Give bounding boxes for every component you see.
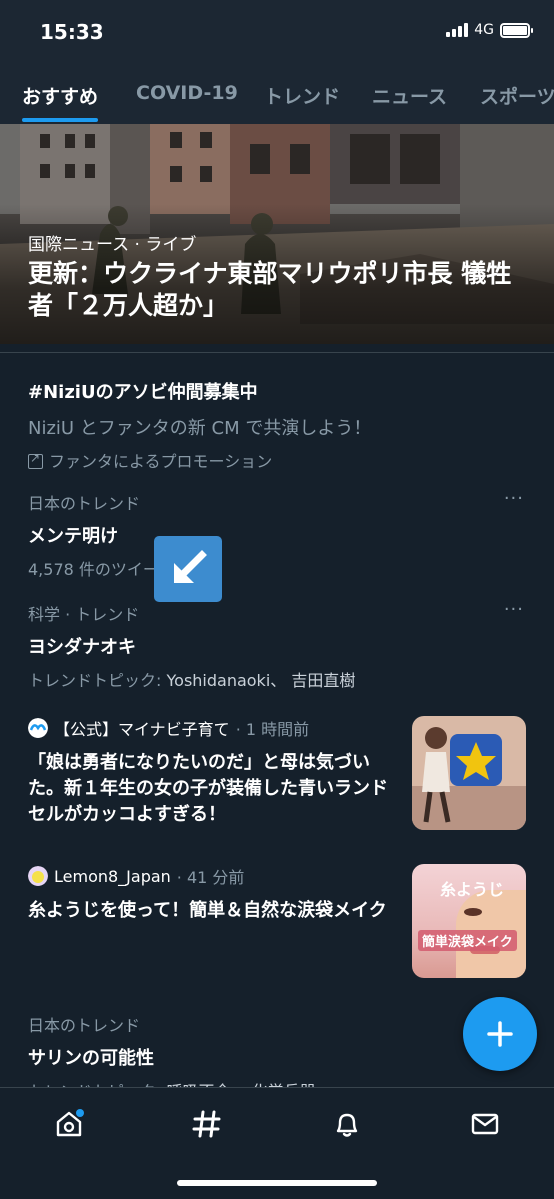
- trend-context: 科学 · トレンド: [28, 605, 140, 624]
- trend-context: 日本のトレンド: [28, 494, 141, 513]
- compose-button[interactable]: [463, 997, 537, 1071]
- notifications-bell-icon: [336, 1113, 358, 1137]
- status-indicators: 4G: [446, 22, 533, 38]
- battery-icon: [500, 22, 533, 38]
- trend-meta-value: Yoshidanaoki、 吉田直樹: [166, 671, 356, 690]
- tab-news[interactable]: ニュース: [372, 82, 447, 109]
- home-icon: [56, 1109, 84, 1137]
- lemon8-logo-icon: [28, 866, 48, 886]
- tab-covid19[interactable]: COVID-19: [136, 82, 238, 104]
- trend-item[interactable]: 日本のトレンド メンテ明け 4,578 件のツイート: [28, 490, 528, 580]
- home-indicator[interactable]: [177, 1180, 377, 1186]
- messages-envelope-icon: [471, 1113, 499, 1135]
- trend-title: ヨシダナオキ: [28, 637, 136, 658]
- news-time: · 1 時間前: [235, 720, 310, 739]
- more-options-icon[interactable]: ···: [504, 599, 524, 620]
- news-source-name: 【公式】マイナビ子育て: [54, 720, 230, 739]
- compose-plus-icon: [487, 1021, 513, 1047]
- status-bar: 15:33 4G: [0, 0, 554, 66]
- more-options-icon[interactable]: ···: [504, 488, 524, 509]
- news-source-name: Lemon8_Japan: [54, 866, 171, 886]
- mynavi-logo-icon: [28, 718, 48, 738]
- promoted-trend-title: #NiziUのアソビ仲間募集中: [28, 382, 258, 403]
- tab-trends[interactable]: トレンド: [264, 82, 340, 109]
- trend-title: メンテ明け: [28, 526, 118, 547]
- thumb-caption-top: 糸ようじ: [440, 880, 505, 899]
- news-time: · 41 分前: [176, 868, 245, 887]
- hero-news-card[interactable]: 国際ニュース · ライブ 更新：ウクライナ東部マリウポリ市長 犠牲者「２万人超か…: [0, 124, 554, 344]
- hero-title: 更新：ウクライナ東部マリウポリ市長 犠牲者「２万人超か」: [28, 259, 512, 320]
- nav-explore-button[interactable]: [187, 1104, 227, 1144]
- network-type: 4G: [474, 22, 494, 38]
- divider: [0, 352, 554, 353]
- trend-meta: トレンドトピック: Yoshidanaoki、 吉田直樹: [28, 667, 528, 691]
- tab-recommended[interactable]: おすすめ: [22, 82, 98, 109]
- news-item[interactable]: Lemon8_Japan · 41 分前 糸ようじを使って！簡単＆自然な涙袋メイ…: [28, 864, 388, 924]
- trend-item[interactable]: 科学 · トレンド ヨシダナオキ トレンドトピック: Yoshidanaoki、…: [28, 601, 528, 691]
- trend-title: サリンの可能性: [28, 1048, 154, 1069]
- news-item[interactable]: 【公式】マイナビ子育て · 1 時間前 「娘は勇者になりたいのだ」と母は気づいた…: [28, 716, 388, 828]
- news-thumbnail[interactable]: 糸ようじ 簡単涙袋メイク: [412, 864, 526, 978]
- promoted-trend[interactable]: #NiziUのアソビ仲間募集中 NiziU とファンタの新 CM で共演しよう！…: [28, 378, 528, 472]
- trend-context: 日本のトレンド: [28, 1016, 141, 1035]
- news-headline: 糸ようじを使って！簡単＆自然な涙袋メイク: [28, 900, 387, 921]
- news-source: Lemon8_Japan · 41 分前: [28, 864, 388, 888]
- hero-category: 国際ニュース · ライブ: [28, 235, 197, 255]
- promoted-by: ファンタによるプロモーション: [28, 448, 528, 472]
- tab-sports[interactable]: スポーツ: [480, 82, 554, 109]
- promoted-icon: [28, 451, 43, 469]
- explore-hashtag-icon: [192, 1110, 221, 1138]
- status-time: 15:33: [40, 20, 104, 44]
- trend-meta-label: トレンドトピック:: [28, 671, 162, 690]
- news-headline: 「娘は勇者になりたいのだ」と母は気づいた。新１年生の女の子が装備した青いランドセ…: [28, 752, 388, 825]
- promoted-trend-description: NiziU とファンタの新 CM で共演しよう！: [28, 418, 372, 439]
- trend-meta: 4,578 件のツイート: [28, 560, 175, 579]
- thumb-caption-bottom: 簡単涙袋メイク: [418, 930, 517, 951]
- signal-icon: [446, 23, 469, 37]
- nav-notifications-button[interactable]: [327, 1104, 367, 1144]
- arrow-down-left-icon: [154, 536, 222, 602]
- news-thumbnail[interactable]: [412, 716, 526, 830]
- active-tab-indicator: [22, 118, 98, 122]
- promoted-by-label: ファンタによるプロモーション: [49, 452, 273, 471]
- top-tabs: おすすめ COVID-19 トレンド ニュース スポーツ: [0, 66, 554, 124]
- nav-messages-button[interactable]: [465, 1104, 505, 1144]
- news-source: 【公式】マイナビ子育て · 1 時間前: [28, 716, 388, 740]
- nav-home-button[interactable]: [49, 1104, 89, 1144]
